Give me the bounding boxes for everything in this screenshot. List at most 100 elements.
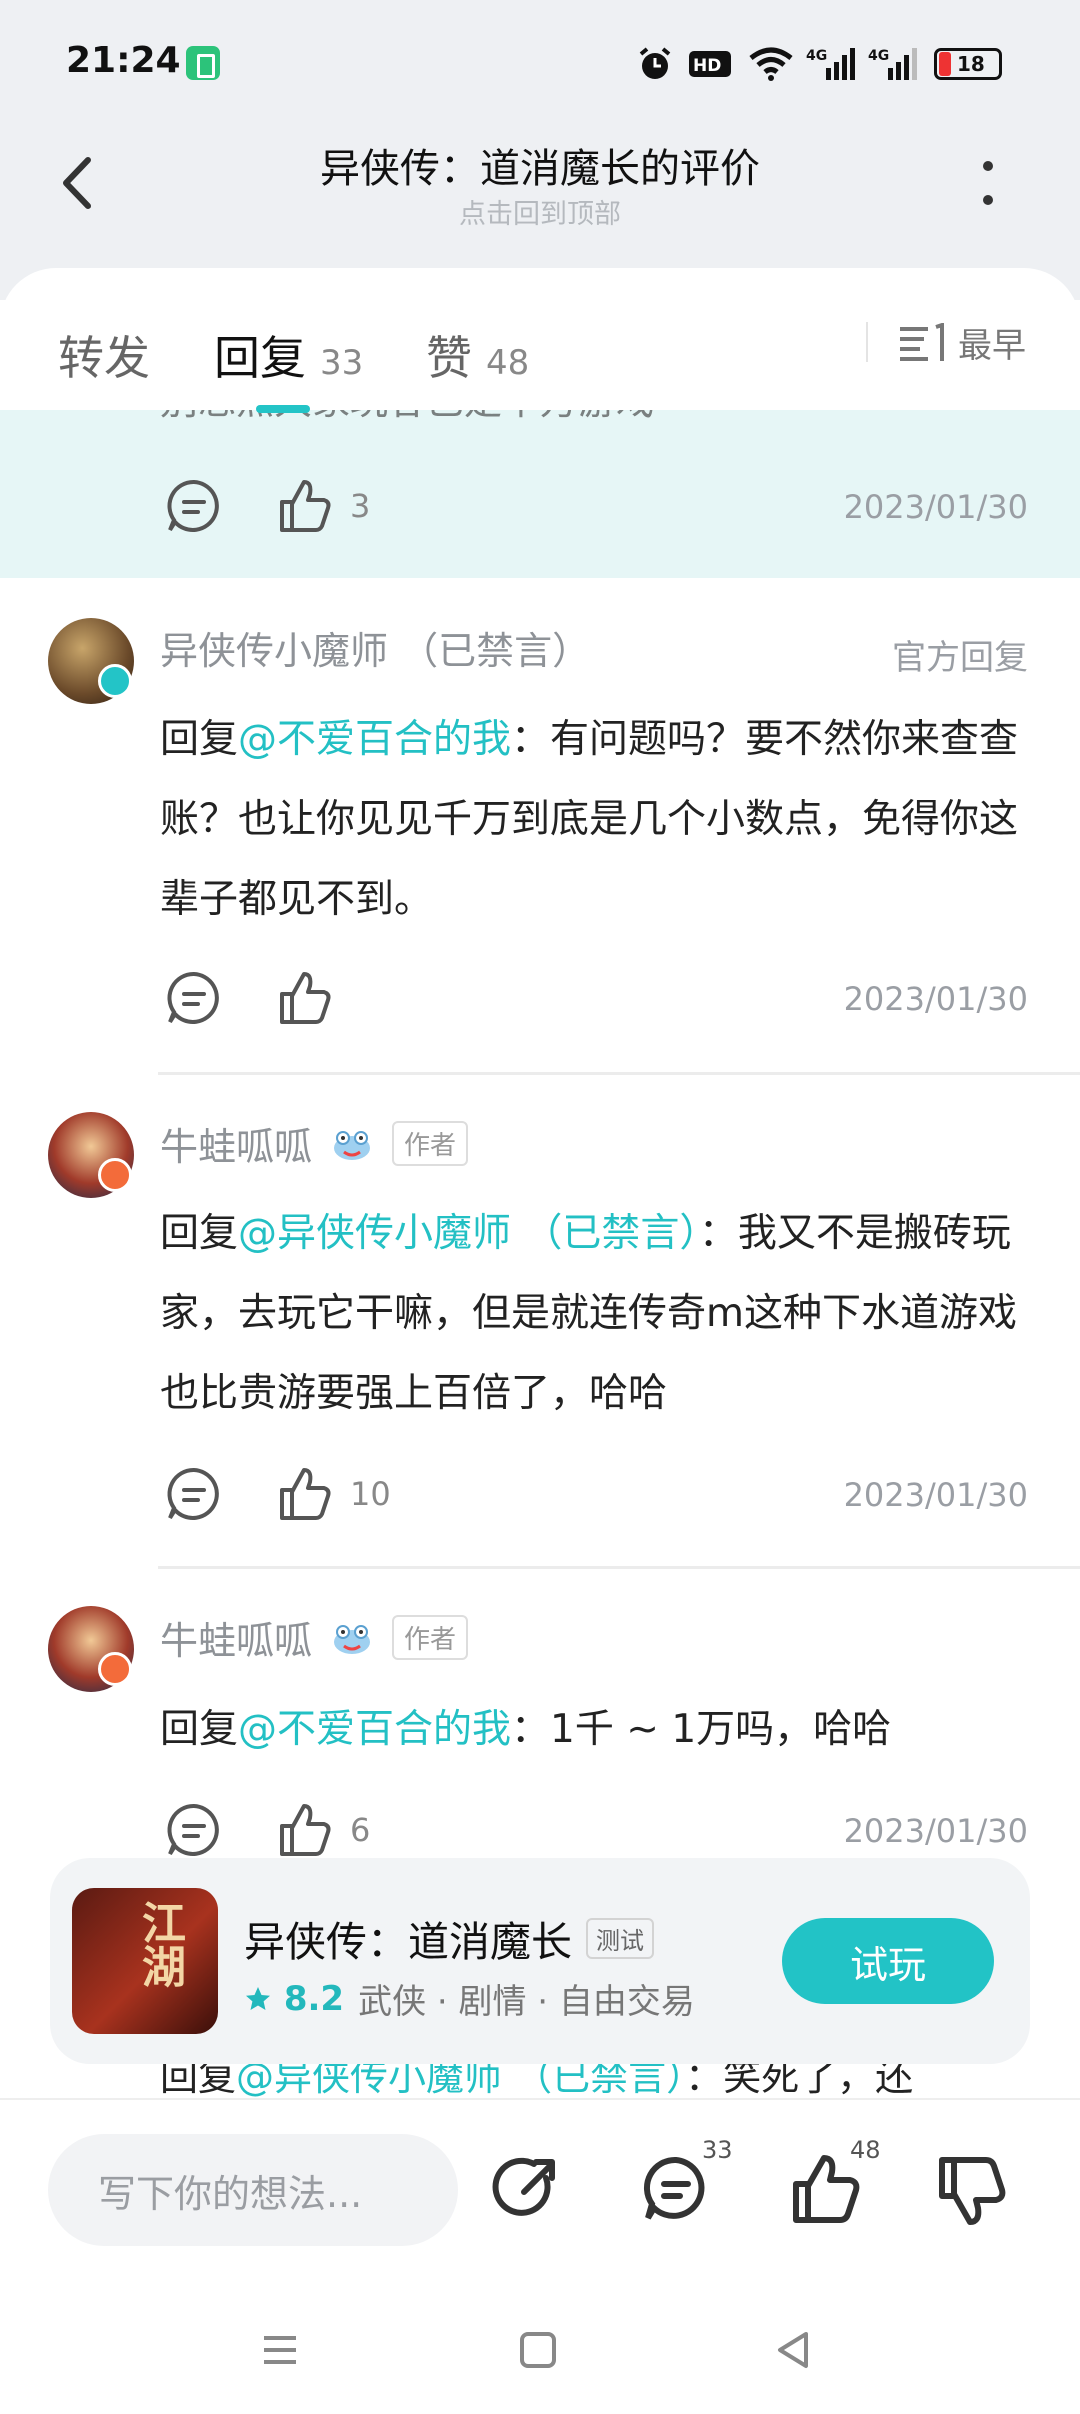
- battery-icon: 18: [934, 48, 1002, 80]
- tab-like-count: 48: [486, 343, 530, 383]
- highlighted-comment-text: 别忘点大家玩谷已是千万游戏: [160, 410, 654, 425]
- reply-prefix: 回复: [160, 1707, 239, 1752]
- home-square-icon: [520, 2332, 556, 2368]
- reply-button[interactable]: [164, 476, 224, 536]
- thumbs-up-icon: [280, 1468, 331, 1520]
- more-vertical-icon: [983, 161, 993, 205]
- share-button[interactable]: [490, 2148, 570, 2232]
- chevron-left-icon: [63, 157, 91, 209]
- tab-forward-label: 转发: [58, 331, 150, 385]
- comment-username[interactable]: 异侠传小魔师 （已禁言）: [160, 620, 590, 675]
- svg-text:4G: 4G: [868, 48, 889, 64]
- mention-link[interactable]: @不爱百合的我: [238, 717, 511, 762]
- scroll-to-top-hint[interactable]: 点击回到顶部: [200, 192, 880, 231]
- game-rating: 8.2: [244, 1979, 344, 2019]
- verified-badge-icon: [98, 664, 132, 698]
- signal-4g-icon-1: 4G: [806, 42, 856, 86]
- creator-badge-icon: [98, 1652, 132, 1686]
- author-tag: 作者: [392, 1121, 469, 1166]
- dislike-button[interactable]: [930, 2148, 1010, 2232]
- svg-text:HD: HD: [693, 56, 721, 76]
- like-button[interactable]: 6: [274, 1800, 370, 1860]
- back-button[interactable]: [50, 148, 110, 218]
- back-triangle-icon: [778, 2332, 808, 2368]
- comment-text: 回复@不爱百合的我：1千 ~ 1万吗，哈哈: [160, 1690, 1020, 1770]
- comment-body: ：1千 ~ 1万吗，哈哈: [511, 1707, 892, 1752]
- star-icon: [246, 1986, 270, 2010]
- comment-date: 2023/01/30: [843, 1476, 1028, 1514]
- like-count: 3: [350, 487, 371, 525]
- sort-icon: [900, 322, 944, 361]
- official-reply-tag: 官方回复: [892, 638, 1028, 678]
- reply-prefix: 回复: [160, 1211, 239, 1256]
- comment-icon: [167, 479, 219, 532]
- more-options-button[interactable]: [968, 150, 1008, 220]
- tab-reply[interactable]: 回复 33: [214, 322, 363, 388]
- page-title[interactable]: 异侠传：道消魔长的评价: [200, 136, 880, 194]
- nav-menu-button[interactable]: [250, 2320, 310, 2380]
- author-tag: 作者: [392, 1615, 469, 1660]
- status-time: 21:24: [66, 40, 181, 81]
- comment-date: 2023/01/30: [843, 1812, 1028, 1850]
- thumbs-up-icon: [280, 1804, 331, 1856]
- like-button[interactable]: 10: [274, 1464, 391, 1524]
- creator-badge-icon: [98, 1158, 132, 1192]
- reply-button[interactable]: [164, 1464, 224, 1524]
- username-text: 牛蛙呱呱: [160, 1619, 313, 1663]
- like-button[interactable]: 3: [274, 476, 370, 536]
- thumbs-down-icon: [939, 2157, 1006, 2225]
- share-icon: [492, 2157, 555, 2216]
- battery-level: 18: [957, 52, 985, 76]
- comment-date: 2023/01/30: [843, 488, 1028, 526]
- mention-link[interactable]: @不爱百合的我: [238, 1707, 511, 1752]
- game-cover-logo-text: 江湖: [134, 1900, 185, 1988]
- battery-saver-icon: [186, 46, 220, 80]
- game-genres: 武侠 · 剧情 · 自由交易: [358, 1982, 695, 2022]
- tab-reply-count: 33: [320, 343, 364, 383]
- reply-button[interactable]: [164, 1800, 224, 1860]
- highlighted-comment[interactable]: 别忘点大家玩谷已是千万游戏 3 2023/01/30: [0, 410, 1080, 578]
- signal-4g-icon-2: 4G: [868, 42, 918, 86]
- like-count: 10: [350, 1475, 391, 1513]
- tab-reply-label: 回复: [214, 331, 306, 385]
- comment-date: 2023/01/30: [843, 980, 1028, 1018]
- like-button[interactable]: [274, 968, 334, 1028]
- svg-text:4G: 4G: [806, 48, 827, 64]
- reply-button[interactable]: [164, 968, 224, 1028]
- like-count: 48: [850, 2136, 881, 2164]
- comment-username[interactable]: 牛蛙呱呱 作者: [160, 1116, 469, 1171]
- nav-home-button[interactable]: [508, 2320, 568, 2380]
- sort-button[interactable]: 最早: [898, 318, 1026, 367]
- menu-icon: [264, 2336, 296, 2364]
- comment-text: 回复@不爱百合的我：有问题吗？要不然你来查查账？也让你见见千万到底是几个小数点，…: [160, 700, 1020, 940]
- try-play-button[interactable]: 试玩: [782, 1918, 994, 2004]
- comment-icon: [167, 1467, 219, 1520]
- divider: [158, 1566, 1080, 1569]
- nav-back-button[interactable]: [764, 2320, 824, 2380]
- tab-forward[interactable]: 转发: [58, 322, 150, 388]
- game-name-text: 异侠传：道消魔长: [244, 1918, 572, 1966]
- comment-username[interactable]: 牛蛙呱呱 作者: [160, 1610, 469, 1665]
- active-tab-indicator: [256, 405, 310, 413]
- game-title[interactable]: 异侠传：道消魔长 测试: [244, 1908, 654, 1968]
- alarm-icon: [636, 42, 674, 86]
- frog-emblem-icon: [334, 1130, 371, 1160]
- thumbs-up-icon: [280, 480, 331, 532]
- rating-value: 8.2: [283, 1978, 345, 2019]
- comment-input[interactable]: 写下你的想法...: [48, 2134, 458, 2246]
- test-tag: 测试: [586, 1917, 654, 1959]
- frog-emblem-icon: [334, 1624, 371, 1654]
- divider: [158, 1072, 1080, 1075]
- tabs-divider: [866, 322, 868, 362]
- hd-icon: HD: [688, 42, 732, 86]
- comment-icon: [167, 1803, 219, 1856]
- comment-count: 33: [702, 2136, 733, 2164]
- sort-label: 最早: [958, 326, 1026, 366]
- game-cover-image[interactable]: 江湖: [72, 1888, 218, 2034]
- mention-link[interactable]: @异侠传小魔师 （已禁言）: [238, 1211, 699, 1256]
- bottom-bar-divider: [0, 2098, 1080, 2100]
- comment-icon: [167, 971, 219, 1024]
- tab-like[interactable]: 赞 48: [426, 322, 529, 388]
- username-text: 牛蛙呱呱: [160, 1125, 313, 1169]
- thumbs-up-icon: [280, 972, 331, 1024]
